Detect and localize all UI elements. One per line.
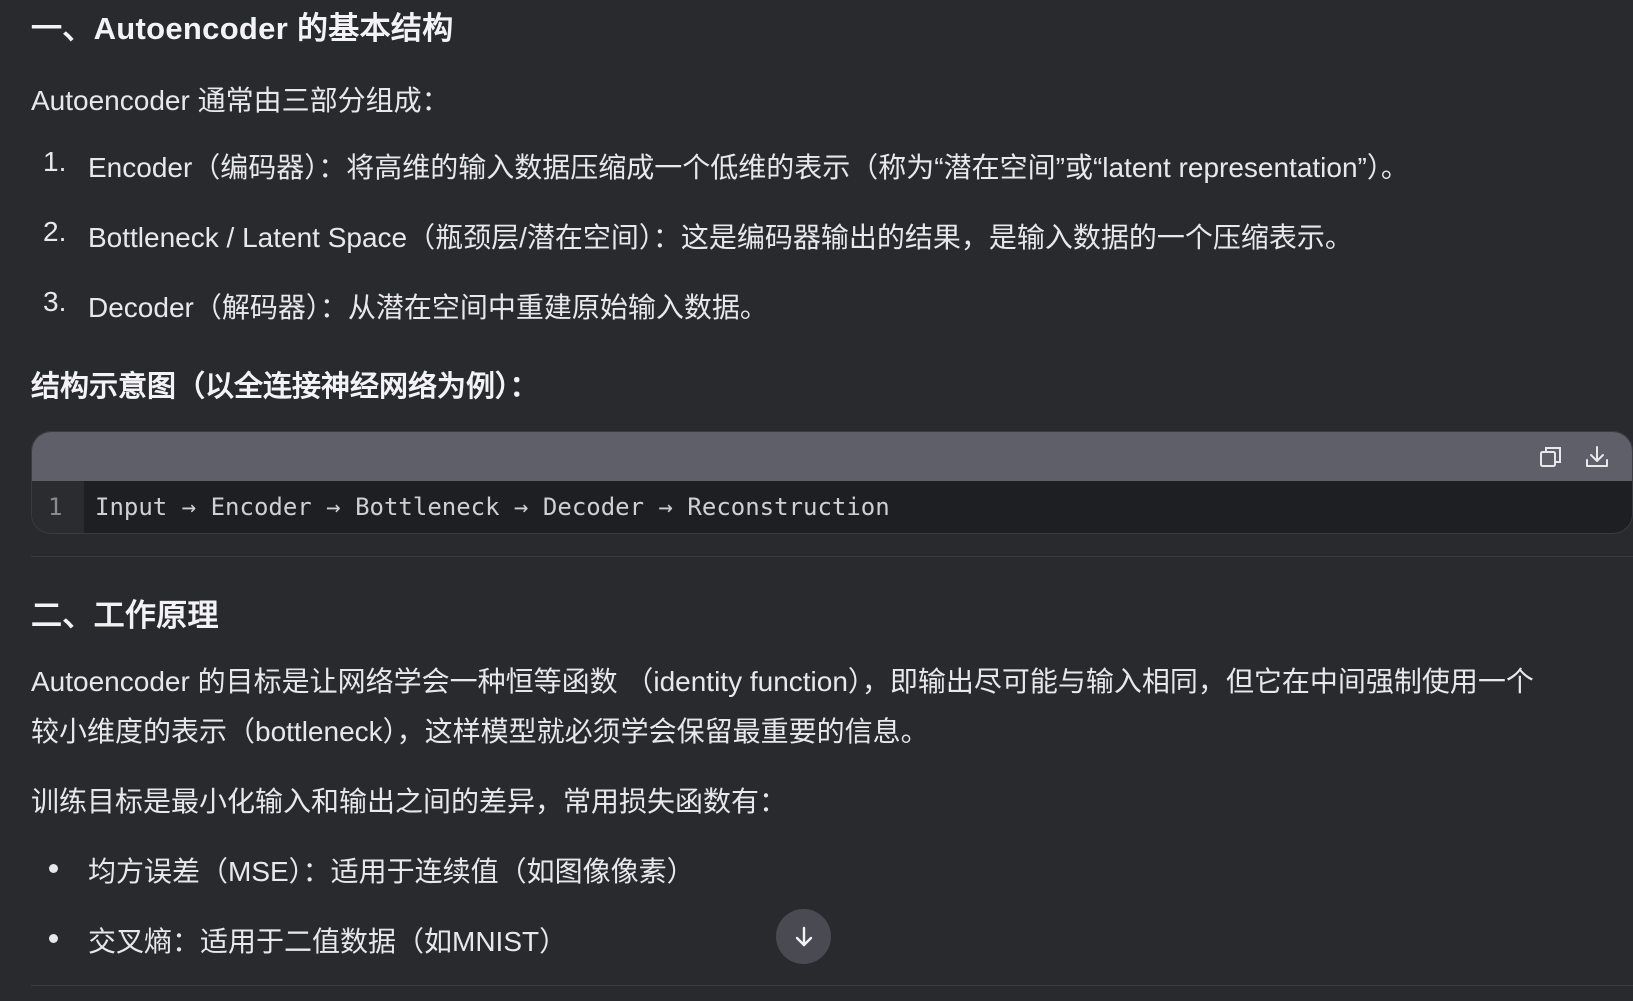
intro-paragraph: Autoencoder 通常由三部分组成： <box>31 85 450 116</box>
diagram-heading: 结构示意图（以全连接神经网络为例）： <box>31 371 539 403</box>
copy-icon[interactable] <box>1537 443 1565 471</box>
principle-paragraph-line2: 较小维度的表示（bottleneck），这样模型就必须学会保留最重要的信息。 <box>31 716 929 747</box>
list-item-text: Decoder（解码器）：从潜在空间中重建原始输入数据。 <box>88 292 768 323</box>
section-heading-structure: 一、Autoencoder 的基本结构 <box>31 11 454 46</box>
principle-paragraph-line1: Autoencoder 的目标是让网络学会一种恒等函数 （identity fu… <box>31 666 1534 697</box>
arrow-down-icon <box>795 926 812 946</box>
code-line[interactable]: Input → Encoder → Bottleneck → Decoder →… <box>95 493 890 521</box>
list-item-text: Encoder（编码器）：将高维的输入数据压缩成一个低维的表示（称为“潜在空间”… <box>88 152 1409 183</box>
bullet-icon <box>49 934 58 943</box>
section-divider <box>31 985 1633 986</box>
list-item-text: 交叉熵：适用于二值数据（如MNIST） <box>88 926 568 957</box>
download-icon[interactable] <box>1583 443 1611 471</box>
list-item-text: 均方误差（MSE）：适用于连续值（如图像像素） <box>88 856 695 887</box>
line-number: 1 <box>48 493 63 521</box>
scroll-to-bottom-button[interactable] <box>776 909 831 964</box>
section-divider <box>31 556 1633 557</box>
list-item-text: Bottleneck / Latent Space（瓶颈层/潜在空间）：这是编码… <box>88 222 1353 253</box>
code-block: 1 Input → Encoder → Bottleneck → Decoder… <box>31 431 1633 534</box>
list-marker: 3. <box>43 286 67 317</box>
bullet-icon <box>49 864 58 873</box>
code-block-header <box>32 432 1632 481</box>
list-marker: 1. <box>43 146 67 177</box>
section-heading-principle: 二、工作原理 <box>31 598 219 633</box>
training-paragraph: 训练目标是最小化输入和输出之间的差异，常用损失函数有： <box>31 786 788 817</box>
list-marker: 2. <box>43 216 67 247</box>
